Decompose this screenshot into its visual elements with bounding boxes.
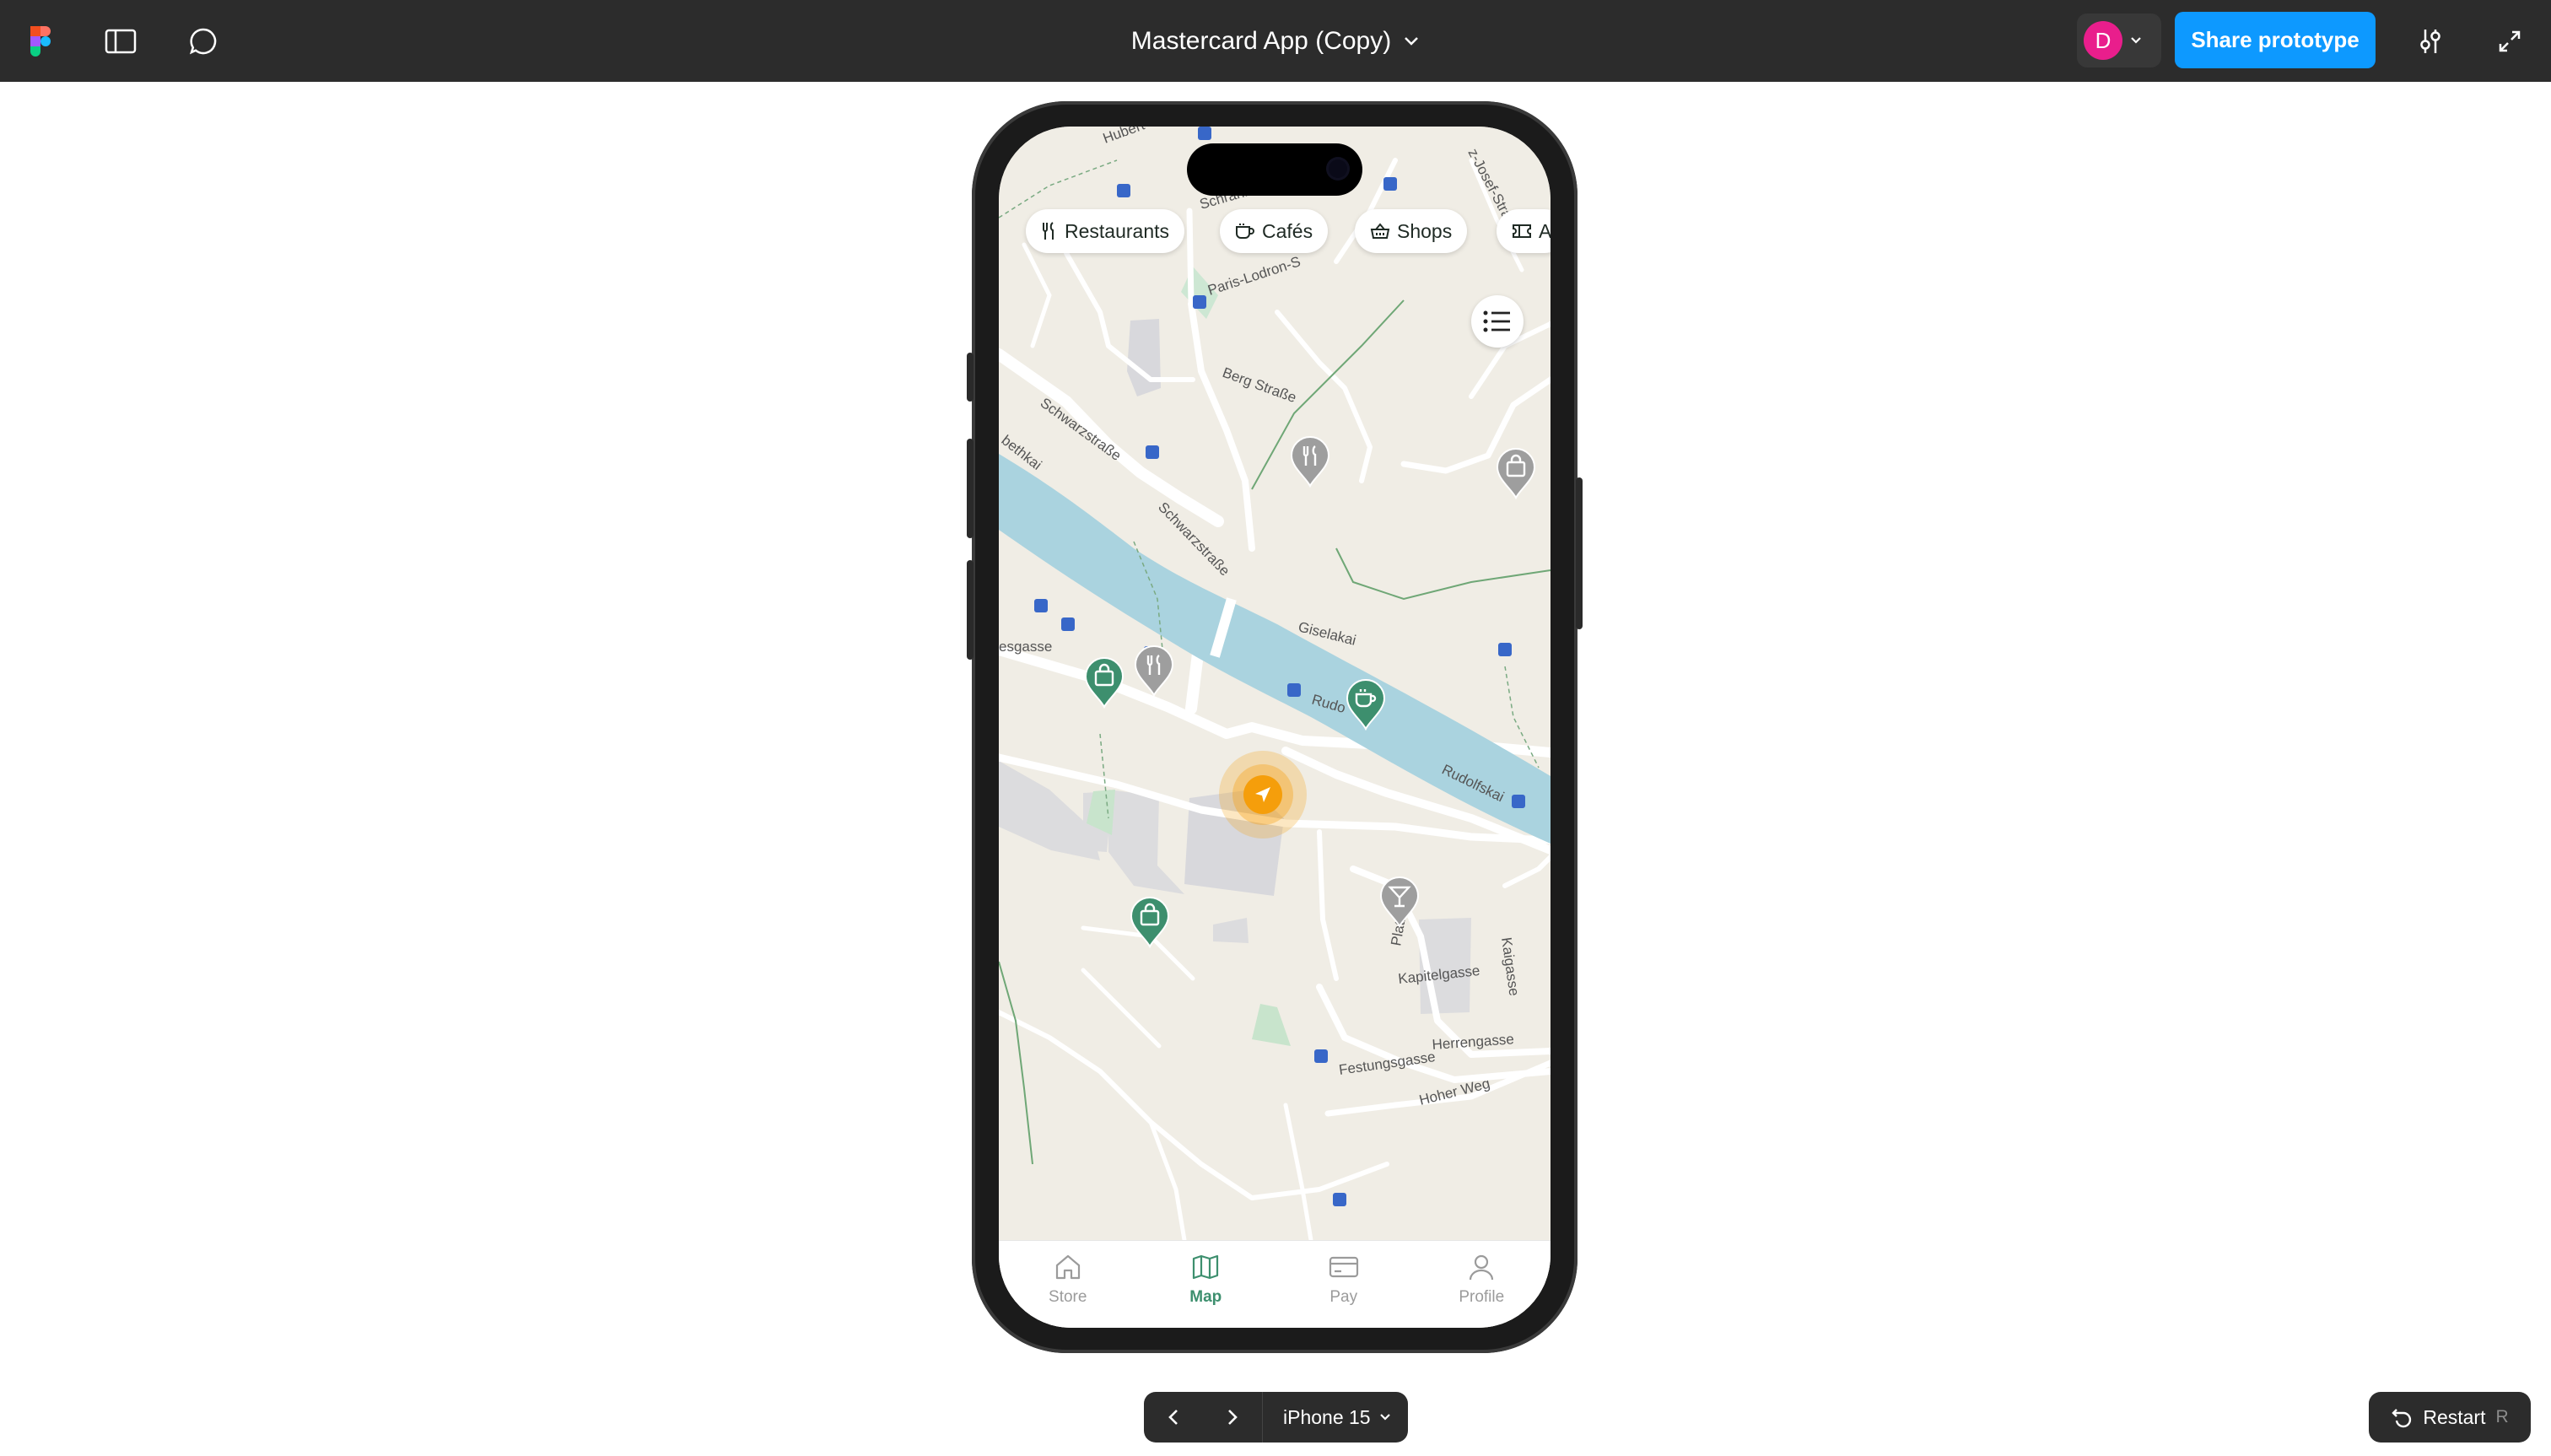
multiplayer-avatar-button[interactable]: D bbox=[2077, 13, 2161, 67]
tab-store[interactable]: Store bbox=[999, 1241, 1137, 1328]
figma-toolbar: Mastercard App (Copy) D Share prototype bbox=[0, 0, 2551, 82]
volume-up-button bbox=[967, 439, 973, 538]
restart-shortcut: R bbox=[2495, 1407, 2509, 1426]
bar-pin[interactable] bbox=[1378, 876, 1421, 929]
prototype-nav-controls: iPhone 15 bbox=[1144, 1392, 1408, 1443]
tab-pay[interactable]: Pay bbox=[1275, 1241, 1413, 1328]
user-location-marker[interactable] bbox=[1219, 751, 1307, 839]
chevron-right-icon bbox=[1228, 1410, 1238, 1425]
filter-chip-cafes[interactable]: Cafés bbox=[1220, 209, 1329, 253]
list-view-button[interactable] bbox=[1471, 295, 1524, 348]
share-prototype-button[interactable]: Share prototype bbox=[2175, 12, 2376, 68]
ticket-icon bbox=[1513, 224, 1531, 238]
restart-label: Restart bbox=[2423, 1405, 2486, 1428]
restaurant-pin[interactable] bbox=[1133, 644, 1175, 698]
filter-chip-restaurants[interactable]: Restaurants bbox=[1026, 209, 1185, 253]
power-button bbox=[1576, 477, 1583, 629]
restaurant-pin[interactable] bbox=[1289, 435, 1331, 488]
file-title: Mastercard App (Copy) bbox=[1130, 26, 1392, 55]
phone-screen: Hubert z-Josef-Stra Paris-Lodron-S Berg … bbox=[999, 127, 1551, 1328]
restart-button[interactable]: Restart R bbox=[2369, 1392, 2531, 1443]
chevron-down-icon bbox=[1379, 1414, 1390, 1421]
filter-chip-label: Cafés bbox=[1262, 219, 1313, 242]
tab-map[interactable]: Map bbox=[1137, 1241, 1276, 1328]
file-title-menu[interactable]: Mastercard App (Copy) bbox=[1131, 27, 1420, 56]
fork-knife-icon bbox=[1043, 222, 1054, 240]
person-icon bbox=[1470, 1254, 1494, 1281]
location-pulse-ring bbox=[1232, 764, 1293, 825]
list-icon bbox=[1483, 310, 1510, 332]
front-camera bbox=[1329, 159, 1347, 178]
shop-pin[interactable] bbox=[1495, 447, 1537, 500]
home-icon bbox=[1055, 1254, 1080, 1280]
avatar: D bbox=[2084, 21, 2122, 60]
tab-label: Store bbox=[1049, 1288, 1087, 1306]
expand-icon[interactable] bbox=[2489, 0, 2531, 82]
shop-pin[interactable] bbox=[1129, 896, 1171, 949]
shop-pin[interactable] bbox=[1083, 656, 1125, 709]
street-label: esgasse bbox=[999, 639, 1052, 655]
coffee-cup-icon bbox=[1236, 224, 1254, 239]
bottom-tab-bar: Store Map Pay Profile bbox=[999, 1240, 1551, 1328]
chevron-down-icon bbox=[2131, 37, 2141, 44]
tab-label: Pay bbox=[1329, 1288, 1358, 1306]
navigation-arrow-icon bbox=[1255, 787, 1270, 802]
tab-label: Map bbox=[1189, 1288, 1222, 1306]
next-frame-button[interactable] bbox=[1203, 1392, 1262, 1443]
card-icon bbox=[1329, 1256, 1358, 1278]
map-view[interactable]: Hubert z-Josef-Stra Paris-Lodron-S Berg … bbox=[999, 127, 1551, 1328]
chevron-down-icon bbox=[1405, 36, 1419, 46]
device-selector[interactable]: iPhone 15 bbox=[1263, 1406, 1391, 1429]
shopping-basket-icon bbox=[1370, 223, 1390, 239]
chevron-left-icon bbox=[1168, 1410, 1178, 1425]
tab-profile[interactable]: Profile bbox=[1413, 1241, 1551, 1328]
tab-label: Profile bbox=[1459, 1288, 1505, 1306]
previous-frame-button[interactable] bbox=[1144, 1392, 1203, 1443]
figma-logo-icon[interactable] bbox=[24, 0, 57, 82]
filter-chip-label: Shops bbox=[1397, 219, 1453, 242]
restart-icon bbox=[2392, 1409, 2412, 1428]
sidebar-toggle-icon[interactable] bbox=[100, 0, 142, 82]
cafe-pin[interactable] bbox=[1345, 678, 1387, 731]
comment-icon[interactable] bbox=[182, 0, 224, 82]
volume-down-button bbox=[967, 560, 973, 660]
filter-chip-label: A bbox=[1539, 219, 1551, 242]
action-button bbox=[967, 353, 973, 402]
device-label: iPhone 15 bbox=[1283, 1405, 1371, 1428]
filter-chip-attractions[interactable]: A bbox=[1497, 209, 1551, 253]
map-icon bbox=[1193, 1254, 1219, 1280]
filter-chip-shops[interactable]: Shops bbox=[1355, 209, 1468, 253]
settings-sliders-icon[interactable] bbox=[2409, 0, 2451, 82]
location-dot bbox=[1243, 775, 1282, 814]
filter-chip-label: Restaurants bbox=[1065, 219, 1170, 242]
